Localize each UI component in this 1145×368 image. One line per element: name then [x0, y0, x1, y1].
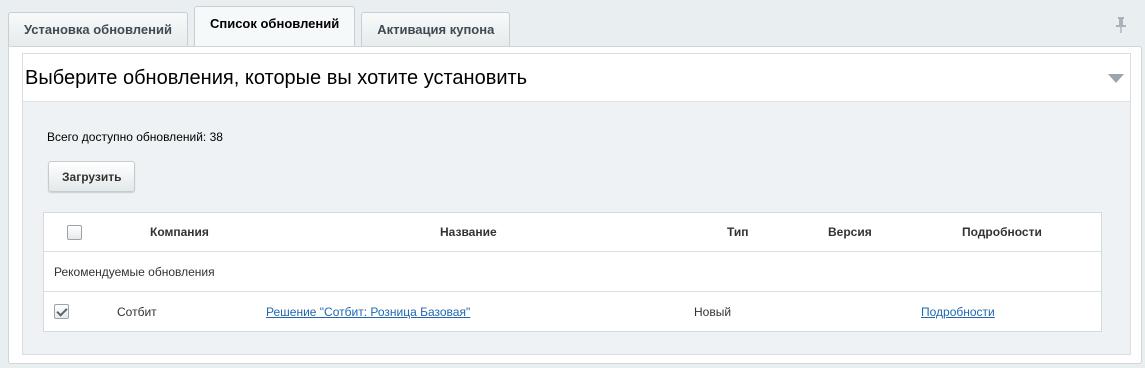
- table-header: Компания Название Тип Версия Подробности: [44, 213, 1101, 252]
- tab-coupon-activation[interactable]: Активация купона: [361, 12, 511, 46]
- row-company: Сотбит: [117, 305, 157, 319]
- row-details-link[interactable]: Подробности: [921, 305, 995, 319]
- group-label: Рекомендуемые обновления: [54, 264, 215, 279]
- select-all-checkbox[interactable]: [67, 225, 82, 240]
- section-title: Выберите обновления, которые вы хотите у…: [25, 67, 528, 89]
- row-name-link[interactable]: Решение "Сотбит: Розница Базовая": [266, 305, 470, 319]
- group-row: Рекомендуемые обновления: [44, 252, 1101, 292]
- total-updates-text: Всего доступно обновлений: 38: [47, 130, 223, 144]
- chevron-down-icon[interactable]: [1108, 74, 1124, 83]
- tab-updates-list[interactable]: Список обновлений: [193, 6, 356, 46]
- content-panel: Выберите обновления, которые вы хотите у…: [8, 46, 1142, 364]
- tab-bar: Установка обновлений Список обновлений А…: [8, 6, 516, 46]
- updates-section: Выберите обновления, которые вы хотите у…: [22, 53, 1131, 355]
- column-details[interactable]: Подробности: [962, 213, 1042, 251]
- row-type: Новый: [694, 305, 732, 319]
- section-header: Выберите обновления, которые вы хотите у…: [23, 54, 1130, 102]
- tab-install-updates[interactable]: Установка обновлений: [8, 12, 188, 46]
- load-button[interactable]: Загрузить: [48, 161, 136, 192]
- column-version[interactable]: Версия: [828, 213, 872, 251]
- column-company[interactable]: Компания: [150, 213, 209, 251]
- updates-table: Компания Название Тип Версия Подробности…: [43, 212, 1102, 332]
- table-row: Сотбит Решение "Сотбит: Розница Базовая"…: [44, 292, 1101, 332]
- pin-icon[interactable]: [1115, 16, 1127, 34]
- column-name[interactable]: Название: [440, 213, 497, 251]
- column-type[interactable]: Тип: [727, 213, 749, 251]
- row-checkbox[interactable]: [54, 304, 69, 319]
